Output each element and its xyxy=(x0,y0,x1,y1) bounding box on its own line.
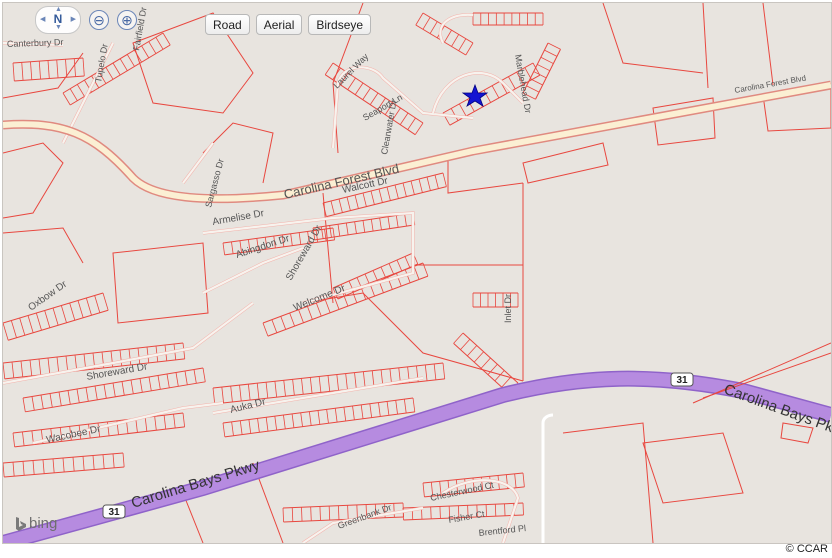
view-road-button[interactable]: Road xyxy=(205,14,250,35)
copyright-credit: © CCAR xyxy=(785,543,828,555)
bing-mark-icon xyxy=(16,516,26,531)
view-aerial-button[interactable]: Aerial xyxy=(255,14,303,35)
map-view-switcher: Road Aerial Birdseye xyxy=(205,14,372,35)
location-marker-star-icon[interactable] xyxy=(461,83,489,107)
label-armelise: Armelise Dr xyxy=(212,208,266,228)
view-birdseye-button[interactable]: Birdseye xyxy=(308,14,372,35)
label-oxbow: Oxbow Dr xyxy=(26,279,69,314)
label-brentford: Brentford Pl xyxy=(478,523,526,538)
svg-text:31: 31 xyxy=(108,507,120,518)
label-wacobee: Wacobee Dr xyxy=(45,424,102,446)
compass-control[interactable]: ◀ ▶ ▲ ▼ N xyxy=(35,6,81,34)
label-marblehead: Marblehead Dr xyxy=(513,54,533,114)
bing-logo: bing xyxy=(15,515,57,532)
label-fisher: Fisher Ct xyxy=(448,509,486,525)
zoom-in-button[interactable]: ⊕ xyxy=(117,10,137,30)
label-inlet: Inlet Dr xyxy=(503,294,513,323)
label-shoreward-west: Shoreward Dr xyxy=(86,361,149,383)
map-navigation-controls: ◀ ▶ ▲ ▼ N ⊖ ⊕ xyxy=(35,6,137,34)
road-carolina-bays-pkwy xyxy=(3,370,831,543)
parcel-boundaries xyxy=(3,3,831,543)
zoom-out-button[interactable]: ⊖ xyxy=(89,10,109,30)
route-shield-31-east: 31 xyxy=(670,372,694,387)
label-canterbury: Canterbury Dr xyxy=(7,37,64,49)
label-auka: Auka Dr xyxy=(229,396,267,416)
route-shield-31-west: 31 xyxy=(102,504,126,519)
road-carolina-forest-blvd xyxy=(3,80,831,204)
compass-north-label: N xyxy=(53,12,63,26)
map-canvas[interactable]: Carolina Forest Blvd Carolina Forest Blv… xyxy=(2,2,832,544)
zoom-out-icon: ⊖ xyxy=(93,12,105,28)
label-tupelo: Tupelo Dr xyxy=(93,43,110,83)
zoom-in-icon: ⊕ xyxy=(121,12,133,28)
svg-text:31: 31 xyxy=(676,375,688,386)
label-greenbank: Greenbank Dr xyxy=(336,502,393,531)
label-seaport: Seaport Ln xyxy=(361,92,404,123)
map-layer[interactable]: Carolina Forest Blvd Carolina Forest Blv… xyxy=(3,3,831,543)
bing-wordmark: bing xyxy=(29,515,58,532)
